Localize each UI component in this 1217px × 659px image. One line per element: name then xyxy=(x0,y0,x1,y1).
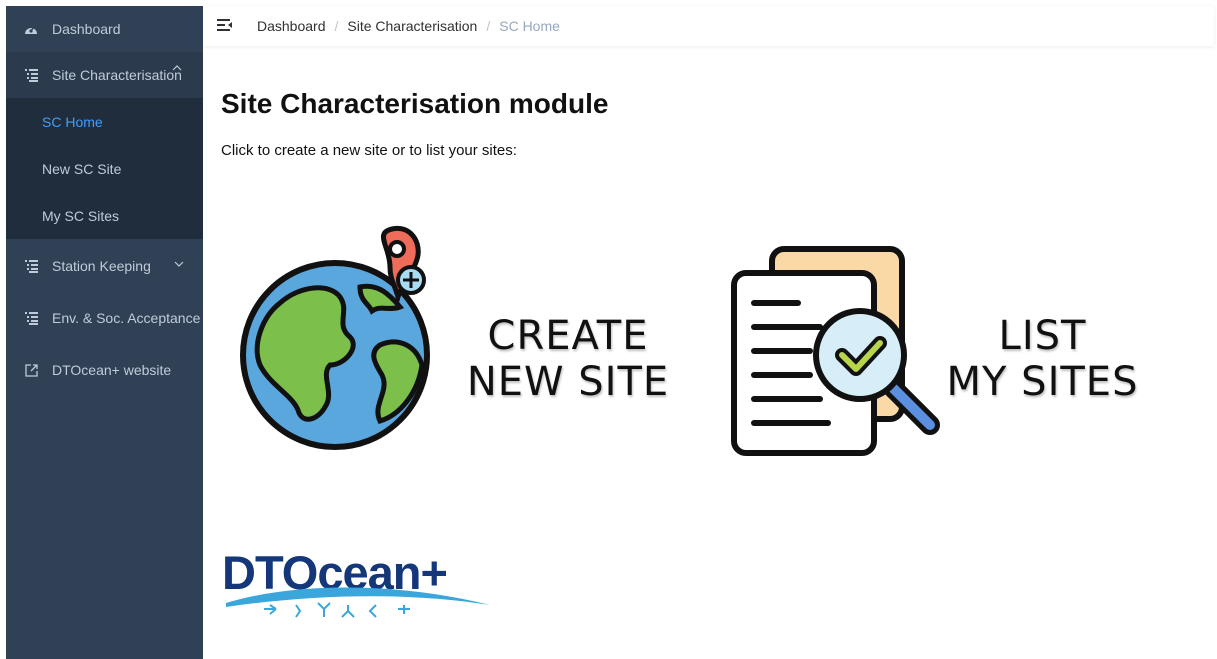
submenu-site-characterisation: SC Home New SC Site My SC Sites xyxy=(6,98,203,239)
chevron-up-icon xyxy=(172,65,182,71)
sidebar-item-label: Site Characterisation xyxy=(52,67,182,83)
sidebar-item-sc-home[interactable]: SC Home xyxy=(6,98,203,145)
breadcrumb-item-dashboard[interactable]: Dashboard xyxy=(257,18,326,34)
create-tile-line1: CREATE xyxy=(487,313,649,359)
breadcrumb-separator: / xyxy=(334,18,339,34)
create-tile-line2: NEW SITE xyxy=(466,359,670,405)
create-new-site-button[interactable]: CREATE NEW SITE xyxy=(240,225,680,460)
dtocean-logo: DTOcean+ xyxy=(222,545,512,625)
chevron-down-icon xyxy=(174,261,184,267)
page-title: Site Characterisation module xyxy=(221,88,609,119)
navbar: Dashboard / Site Characterisation / SC H… xyxy=(203,6,1214,46)
sidebar-item-dtocean-website[interactable]: DTOcean+ website xyxy=(6,347,203,393)
sidebar-item-env-soc-acceptance[interactable]: Env. & Soc. Acceptance xyxy=(6,295,203,341)
dashboard-icon xyxy=(23,21,39,37)
sidebar-item-station-keeping[interactable]: Station Keeping xyxy=(6,243,203,289)
list-my-sites-button[interactable]: LIST MY SITES xyxy=(730,245,1150,460)
list-icon xyxy=(23,258,39,274)
sidebar-item-label: Dashboard xyxy=(52,21,121,37)
breadcrumb-separator: / xyxy=(486,18,491,34)
sidebar-item-new-sc-site[interactable]: New SC Site xyxy=(6,145,203,192)
wave-turbine-icon xyxy=(226,587,490,618)
intro-text: Click to create a new site or to list yo… xyxy=(221,142,517,159)
sidebar-item-dashboard[interactable]: Dashboard xyxy=(6,6,203,52)
list-tile-line2: MY SITES xyxy=(946,359,1139,405)
sidebar-item-my-sc-sites[interactable]: My SC Sites xyxy=(6,192,203,239)
document-search-icon xyxy=(731,246,940,456)
external-link-icon xyxy=(23,362,39,378)
list-tile-line1: LIST xyxy=(998,313,1087,359)
sidebar-item-label: Station Keeping xyxy=(52,258,151,274)
globe-location-icon xyxy=(240,225,430,450)
hamburger-icon[interactable] xyxy=(215,16,235,36)
sidebar-item-label: DTOcean+ website xyxy=(52,362,172,378)
sidebar-item-site-characterisation[interactable]: Site Characterisation xyxy=(6,52,203,98)
list-icon xyxy=(23,67,39,83)
list-icon xyxy=(23,310,39,326)
breadcrumb-item-site-characterisation[interactable]: Site Characterisation xyxy=(347,18,477,34)
sidebar: Dashboard Site Characterisation SC Home … xyxy=(6,6,203,659)
breadcrumb: Dashboard / Site Characterisation / SC H… xyxy=(257,18,560,34)
breadcrumb-item-sc-home: SC Home xyxy=(499,18,560,34)
sidebar-item-label: Env. & Soc. Acceptance xyxy=(52,310,201,326)
